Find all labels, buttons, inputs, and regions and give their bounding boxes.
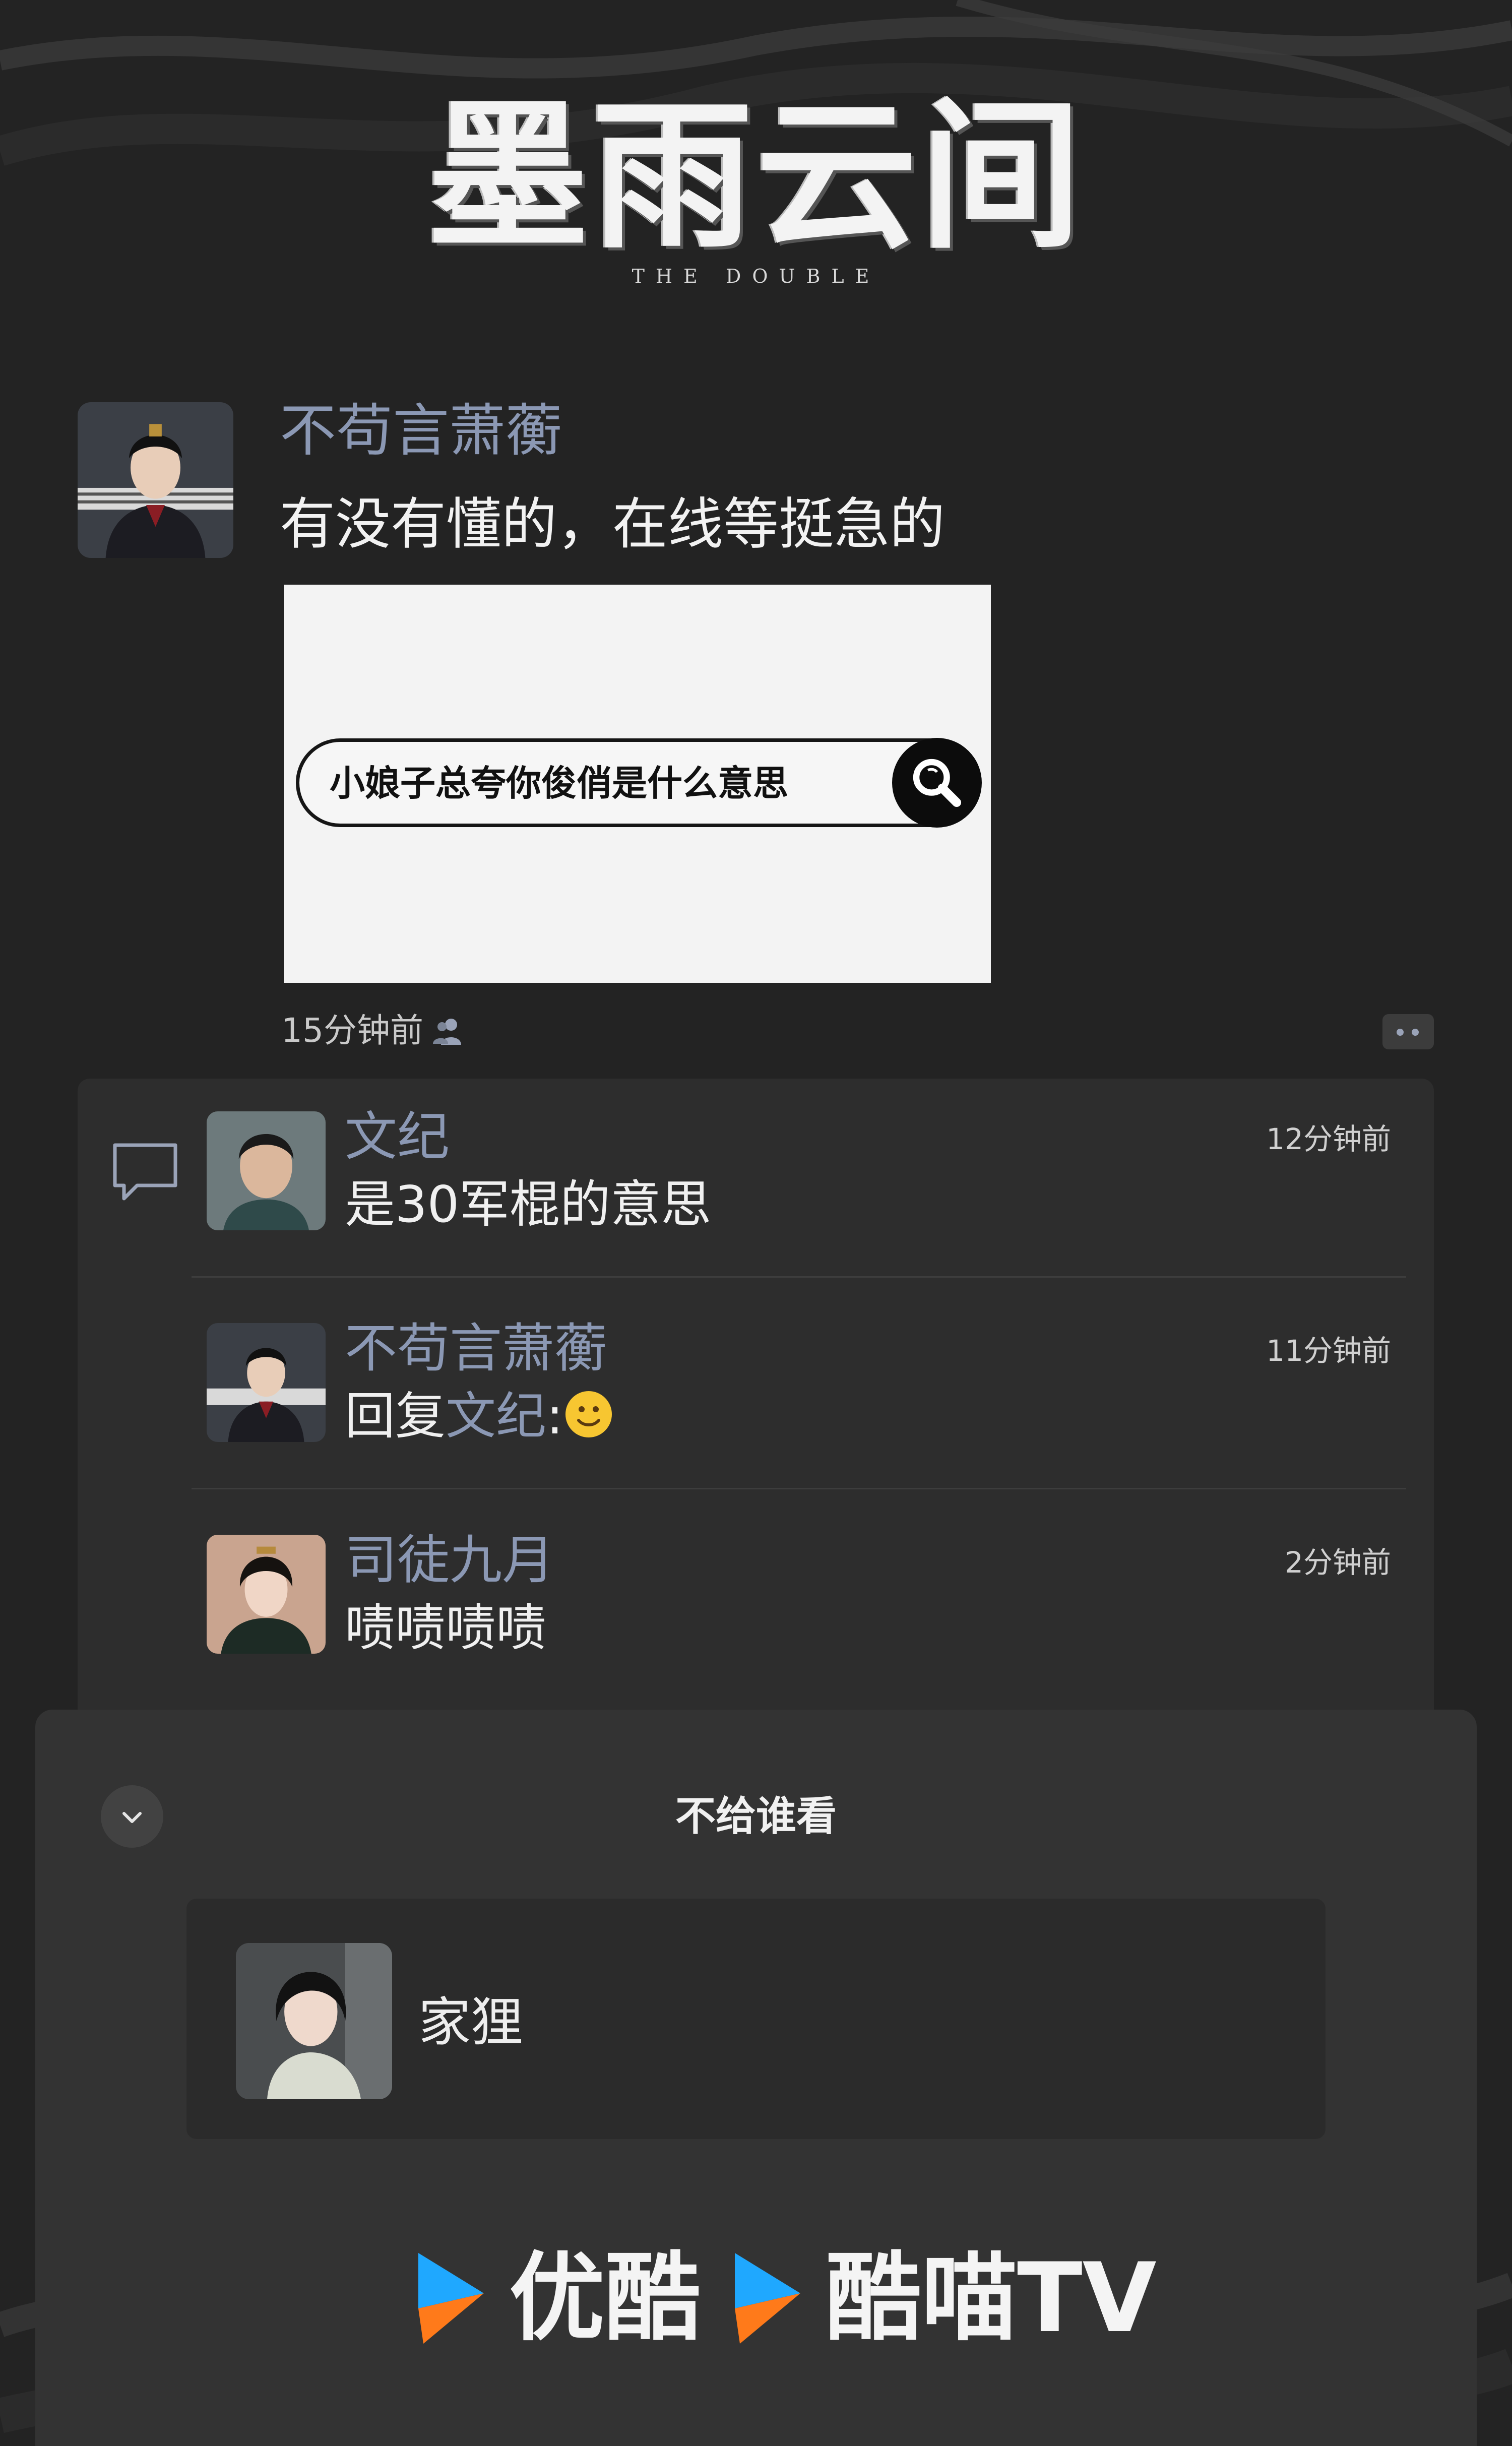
post-author-name[interactable]: 不苟言萧蘅	[280, 396, 562, 466]
brand-kumiao: 酷喵TV	[725, 2238, 1157, 2359]
brand-name: 酷喵TV	[826, 2242, 1157, 2354]
post-image[interactable]: 小娘子总夸你俊俏是什么意思	[284, 585, 991, 983]
comment-divider	[192, 1488, 1406, 1489]
selected-user-name: 家狸	[418, 1991, 524, 2053]
comment-text: 回复文纪:	[345, 1384, 614, 1449]
comments-panel: 文纪 是30军棍的意思 12分钟前 不苟言萧蘅 回复文纪: 11分钟前 司徒九月…	[78, 1079, 1434, 1734]
post-author-avatar[interactable]	[78, 402, 233, 558]
comment-item[interactable]: 司徒九月 啧啧啧啧 2分钟前	[78, 1502, 1434, 1714]
comment-avatar[interactable]	[207, 1323, 326, 1442]
post-timestamp: 15分钟前	[281, 1011, 423, 1050]
comment-timestamp: 12分钟前	[1266, 1122, 1391, 1156]
comment-timestamp: 11分钟前	[1266, 1334, 1391, 1368]
reply-to-name[interactable]: 文纪	[446, 1387, 546, 1446]
search-icon	[892, 738, 982, 828]
image-search-text: 小娘子总夸你俊俏是什么意思	[330, 763, 788, 804]
comment-divider	[192, 1276, 1406, 1278]
show-subtitle: THE DOUBLE	[632, 265, 880, 287]
comment-timestamp: 2分钟前	[1285, 1545, 1391, 1580]
reply-prefix: 回复	[345, 1387, 446, 1446]
youku-logo-icon	[418, 2253, 484, 2344]
comment-text: 啧啧啧啧	[345, 1598, 546, 1657]
show-title: 墨雨云间	[427, 82, 1085, 271]
smile-emoji-icon	[565, 1391, 612, 1437]
reply-colon: :	[546, 1387, 563, 1446]
selected-user-avatar	[236, 1943, 392, 2099]
comment-item[interactable]: 文纪 是30军棍的意思 12分钟前	[78, 1079, 1434, 1290]
comment-author-name[interactable]: 司徒九月	[345, 1527, 554, 1593]
comment-item[interactable]: 不苟言萧蘅 回复文纪: 11分钟前	[78, 1290, 1434, 1502]
comment-avatar[interactable]	[207, 1535, 326, 1654]
sheet-title: 不给谁看	[675, 1793, 837, 1840]
image-search-bar: 小娘子总夸你俊俏是什么意思	[296, 738, 982, 828]
comment-avatar[interactable]	[207, 1111, 326, 1230]
comment-text: 是30军棍的意思	[345, 1175, 712, 1234]
selected-user-card[interactable]: 家狸	[186, 1899, 1326, 2139]
comment-author-name[interactable]: 不苟言萧蘅	[345, 1315, 607, 1381]
show-logo: 墨雨云间 THE DOUBLE	[0, 82, 1512, 288]
kumiao-logo-icon	[735, 2253, 800, 2344]
post-text: 有没有懂的，在线等挺急的	[280, 492, 945, 556]
comment-author-name[interactable]: 文纪	[345, 1104, 450, 1169]
brand-youku: 优酷	[408, 2238, 701, 2359]
brand-name: 优酷	[509, 2242, 701, 2354]
more-dots-icon[interactable]	[1382, 1014, 1434, 1049]
friends-visibility-icon	[433, 1019, 461, 1045]
